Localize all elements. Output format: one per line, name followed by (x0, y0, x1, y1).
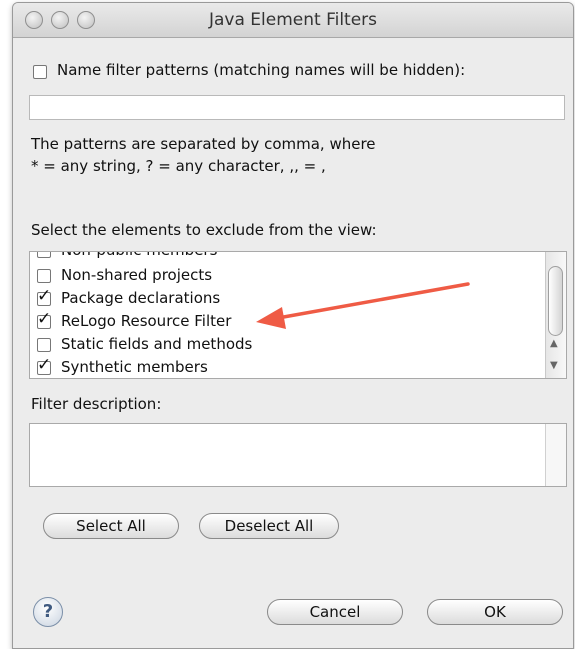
arrow-head (256, 307, 286, 329)
annotation-arrow (256, 282, 470, 329)
arrow-shaft (276, 282, 470, 320)
